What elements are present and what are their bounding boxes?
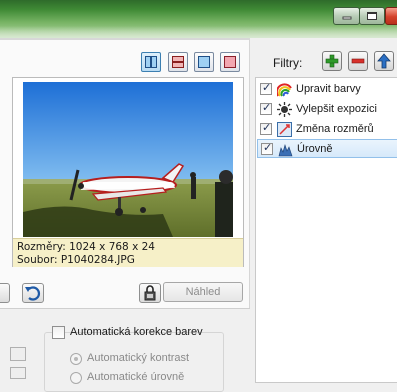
- filter-checkbox[interactable]: ✓: [260, 82, 272, 95]
- auto-correction-label: Automatická korekce barev: [70, 326, 203, 338]
- filter-checkbox[interactable]: ✓: [261, 142, 273, 155]
- view-top-bottom-icon: [172, 56, 184, 68]
- spinner-up-down[interactable]: [10, 347, 26, 361]
- image-preview: Rozměry: 1024 x 768 x 24 Soubor: P104028…: [12, 77, 244, 267]
- view-original-icon: [198, 56, 210, 68]
- auto-levels-label: Automatické úrovně: [87, 371, 185, 383]
- minimize-button[interactable]: [333, 7, 360, 25]
- sun-icon: [277, 102, 292, 117]
- add-filter-button[interactable]: [322, 51, 342, 71]
- filters-list: ✓ Upravit barvy ✓ Vylepšit expozici ✓ Zm…: [255, 77, 397, 383]
- filter-label: Upravit barvy: [296, 83, 361, 95]
- undo-button[interactable]: [22, 283, 44, 303]
- check-mark-icon: ✓: [262, 82, 272, 94]
- preview-pane: Rozměry: 1024 x 768 x 24 Soubor: P104028…: [0, 38, 250, 392]
- view-result-icon: [224, 56, 236, 68]
- view-side-by-side-button[interactable]: [141, 52, 161, 72]
- arrow-up-icon: [377, 53, 391, 69]
- auto-correction-checkbox[interactable]: [52, 326, 65, 339]
- minimize-icon: [342, 16, 351, 20]
- auto-contrast-label: Automatický kontrast: [87, 352, 190, 364]
- lock-icon: [144, 285, 156, 301]
- move-filter-up-button[interactable]: [374, 51, 394, 71]
- rotate-left-button[interactable]: [0, 283, 10, 303]
- filter-label: Vylepšit expozici: [296, 103, 377, 115]
- auto-levels-radio[interactable]: [70, 372, 82, 384]
- check-mark-icon: ✓: [262, 122, 272, 134]
- filter-label: Úrovně: [297, 143, 333, 155]
- auto-contrast-radio[interactable]: [70, 353, 82, 365]
- view-original-button[interactable]: [194, 52, 214, 72]
- correction-panel: Automatická korekce barev Automatický ko…: [0, 309, 250, 392]
- view-top-bottom-button[interactable]: [168, 52, 188, 72]
- undo-icon: [25, 286, 41, 301]
- levels-icon: [278, 143, 293, 157]
- maximize-button[interactable]: [359, 7, 385, 25]
- image-info: Rozměry: 1024 x 768 x 24 Soubor: P104028…: [13, 238, 243, 267]
- minus-icon: [351, 58, 365, 64]
- filters-label: Filtry:: [273, 56, 303, 70]
- filter-label: Změna rozměrů: [296, 123, 374, 135]
- view-side-by-side-icon: [145, 56, 157, 68]
- title-bar: [0, 0, 397, 38]
- lock-button[interactable]: [139, 283, 161, 303]
- plus-icon: [325, 54, 339, 68]
- title-bar-glass: [0, 26, 397, 38]
- resize-icon: [277, 122, 292, 137]
- airplane-photo: [23, 82, 233, 237]
- check-mark-icon: ✓: [262, 102, 272, 114]
- check-mark-icon: ✓: [263, 142, 273, 154]
- filter-item-zmena-rozmeru[interactable]: ✓ Změna rozměrů: [257, 120, 397, 139]
- main-area: Rozměry: 1024 x 768 x 24 Soubor: P104028…: [0, 38, 397, 392]
- pane-divider: [0, 38, 250, 40]
- view-result-button[interactable]: [220, 52, 240, 72]
- maximize-icon: [367, 12, 377, 20]
- nahled-button[interactable]: Náhled: [163, 282, 243, 302]
- radio-dot: [74, 357, 78, 361]
- image-dimensions: Rozměry: 1024 x 768 x 24: [17, 241, 155, 253]
- image-filename: Soubor: P1040284.JPG: [17, 254, 135, 266]
- rainbow-icon: [277, 83, 292, 97]
- preview-photo: [23, 82, 233, 237]
- remove-filter-button[interactable]: [348, 51, 368, 71]
- filter-item-urovne[interactable]: ✓ Úrovně: [257, 139, 397, 158]
- filter-checkbox[interactable]: ✓: [260, 102, 272, 115]
- filter-item-upravit-barvy[interactable]: ✓ Upravit barvy: [257, 80, 397, 99]
- close-button[interactable]: [385, 7, 397, 25]
- spinner-field[interactable]: [10, 367, 26, 379]
- filter-item-vylepsit-expozici[interactable]: ✓ Vylepšit expozici: [257, 100, 397, 119]
- filter-checkbox[interactable]: ✓: [260, 122, 272, 135]
